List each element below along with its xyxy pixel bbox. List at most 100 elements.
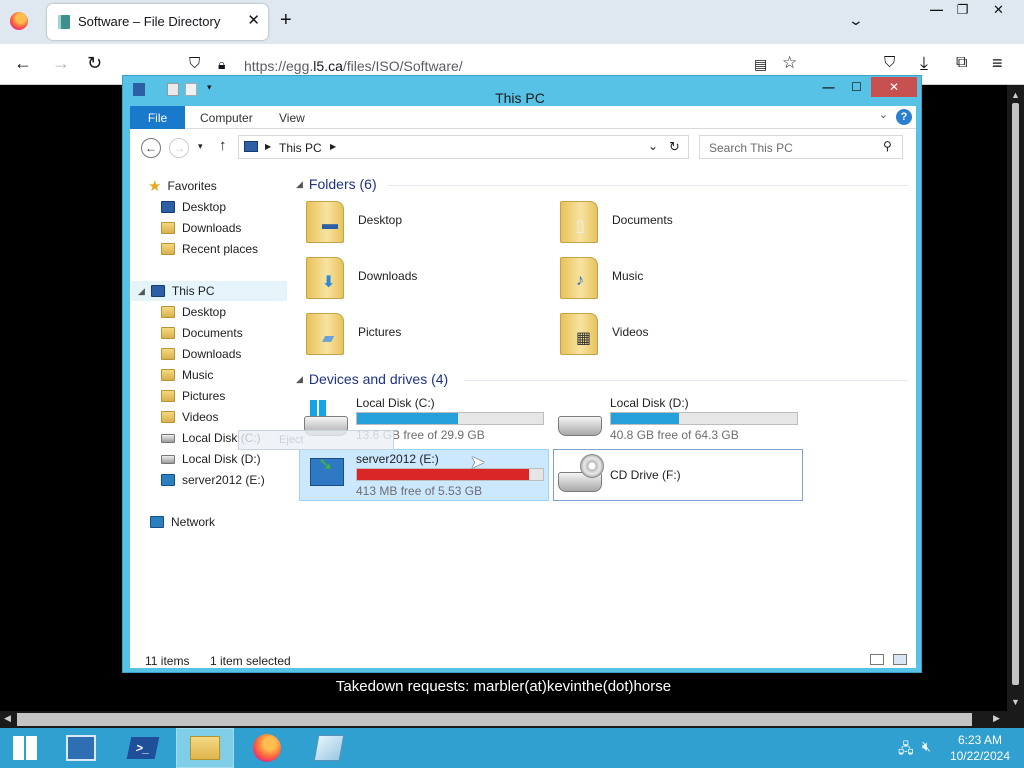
tab-close-icon[interactable]: ✕ xyxy=(247,11,260,29)
nav-favorites[interactable]: ★ Favorites xyxy=(148,176,217,196)
forward-arrow-icon[interactable]: → xyxy=(52,52,70,74)
nav-pc-videos[interactable]: Videos xyxy=(161,407,218,427)
folder-tile-videos[interactable]: ▦ Videos xyxy=(554,308,804,360)
nav-pc-desktop[interactable]: Desktop xyxy=(161,302,226,322)
scroll-up-icon[interactable]: ▲ xyxy=(1011,90,1020,100)
search-placeholder: Search This PC xyxy=(709,141,793,155)
scrollbar-thumb[interactable] xyxy=(1012,103,1019,685)
chevron-right-icon[interactable]: ▶ xyxy=(330,142,336,151)
speaker-muted-icon[interactable]: 🔇︎ xyxy=(922,738,931,755)
nav-pc-disk-d[interactable]: Local Disk (D:) xyxy=(161,449,261,469)
menu-icon[interactable]: ≡ xyxy=(992,52,1003,74)
folder-icon xyxy=(190,736,220,760)
lock-icon[interactable]: 🔒︎ xyxy=(218,53,225,75)
chevron-down-icon[interactable]: ⌄ xyxy=(879,108,888,121)
nav-pc-documents[interactable]: Documents xyxy=(161,323,243,343)
details-view-icon[interactable] xyxy=(870,654,884,665)
film-icon: ▦ xyxy=(576,330,592,347)
usage-bar xyxy=(610,412,798,425)
folder-tile-desktop[interactable]: ▬ Desktop xyxy=(300,196,550,248)
nav-network[interactable]: Network xyxy=(150,512,215,532)
scroll-left-icon[interactable]: ◀ xyxy=(4,713,11,724)
server-manager-icon xyxy=(66,735,96,761)
nav-pc-music[interactable]: Music xyxy=(161,365,213,385)
windows-logo-icon xyxy=(13,736,37,760)
explorer-window[interactable]: ▾ This PC — ☐ ✕ File Computer View ⌄ ? ←… xyxy=(122,75,922,673)
search-icon[interactable]: ⚲ xyxy=(883,139,892,153)
clock-date: 10/22/2024 xyxy=(949,749,1010,763)
chevron-down-icon[interactable]: ⌄ xyxy=(848,12,864,29)
drive-tile-e[interactable]: ➘ server2012 (E:) 413 MB free of 5.53 GB xyxy=(299,449,549,501)
collapse-triangle-icon[interactable]: ◢ xyxy=(296,179,303,189)
notepad-button[interactable] xyxy=(300,728,358,768)
folder-tile-downloads[interactable]: ⬇ Downloads xyxy=(300,252,550,304)
chevron-right-icon[interactable]: ▶ xyxy=(265,142,271,151)
nav-pc-pictures[interactable]: Pictures xyxy=(161,386,225,406)
scrollbar-thumb[interactable] xyxy=(17,713,972,726)
nav-fav-desktop[interactable]: Desktop xyxy=(161,197,226,217)
close-button[interactable]: ✕ xyxy=(871,77,917,97)
book-icon xyxy=(58,15,70,29)
back-arrow-icon[interactable]: ← xyxy=(14,52,32,74)
drive-tile-f[interactable]: CD Drive (F:) xyxy=(553,449,803,501)
folder-tile-music[interactable]: ♪ Music xyxy=(554,252,804,304)
address-text[interactable]: This PC xyxy=(279,141,322,155)
network-tray-icon[interactable]: 🖧︎ xyxy=(898,738,914,762)
refresh-icon[interactable]: ↻ xyxy=(669,139,680,155)
new-tab-button[interactable]: + xyxy=(280,10,292,30)
browser-tab-active[interactable]: Software – File Directory ✕ xyxy=(47,4,268,40)
help-button[interactable]: ? xyxy=(896,109,912,125)
powershell-button[interactable]: >_ xyxy=(117,728,169,768)
fading-tooltip: Eject xyxy=(238,430,394,450)
navigation-pane: ★ Favorites Desktop Downloads Recent plac… xyxy=(130,166,290,651)
address-bar[interactable]: ▶ This PC ▶ ⌄ ↻ xyxy=(238,135,689,159)
forward-button[interactable]: → xyxy=(169,138,189,158)
search-input[interactable]: Search This PC ⚲ xyxy=(699,135,903,159)
tab-computer[interactable]: Computer xyxy=(200,111,253,125)
tab-view[interactable]: View xyxy=(279,111,305,125)
expand-triangle-icon[interactable]: ◢ xyxy=(138,286,145,297)
folder-tile-pictures[interactable]: ▰ Pictures xyxy=(300,308,550,360)
large-icons-view-icon[interactable] xyxy=(893,654,907,665)
usage-bar-fill xyxy=(357,413,459,424)
recent-locations-icon[interactable]: ▾ xyxy=(198,141,203,152)
horizontal-scrollbar[interactable]: ◀ ▶ xyxy=(0,711,1024,728)
vertical-scrollbar[interactable]: ▲ ▼ xyxy=(1007,85,1024,711)
chevron-down-icon[interactable]: ⌄ xyxy=(648,139,658,153)
drive-tile-d[interactable]: Local Disk (D:) 40.8 GB free of 64.3 GB xyxy=(554,394,804,446)
close-window-button[interactable]: ✕ xyxy=(982,0,1015,19)
folders-group-header[interactable]: ◢ Folders (6) xyxy=(296,176,377,192)
system-clock[interactable]: 6:23 AM 10/22/2024 xyxy=(950,732,1010,764)
nav-pc-server-e[interactable]: server2012 (E:) xyxy=(161,470,265,490)
extensions-icon[interactable]: ⧉ xyxy=(956,52,967,74)
pocket-icon[interactable]: ⛉ xyxy=(884,52,895,74)
nav-fav-recent[interactable]: Recent places xyxy=(161,239,258,259)
reader-view-icon[interactable]: ▤ xyxy=(754,53,767,75)
file-explorer-button[interactable] xyxy=(176,728,234,768)
folder-icon xyxy=(161,390,175,402)
back-button[interactable]: ← xyxy=(141,138,161,158)
firefox-icon[interactable] xyxy=(10,12,28,30)
nav-pc-downloads[interactable]: Downloads xyxy=(161,344,241,364)
nav-this-pc[interactable]: ◢ This PC xyxy=(131,281,287,301)
maximize-button[interactable]: ☐ xyxy=(843,77,870,97)
server-manager-button[interactable] xyxy=(55,728,107,768)
collapse-triangle-icon[interactable]: ◢ xyxy=(296,374,303,384)
folder-icon xyxy=(161,348,175,360)
tab-file[interactable]: File xyxy=(130,106,185,129)
download-icon[interactable]: ⤓ xyxy=(920,52,928,74)
firefox-button[interactable] xyxy=(239,728,295,768)
nav-fav-downloads[interactable]: Downloads xyxy=(161,218,241,238)
scroll-right-icon[interactable]: ▶ xyxy=(993,713,1000,724)
bookmark-star-icon[interactable]: ☆ xyxy=(782,52,797,74)
start-button[interactable] xyxy=(0,728,50,768)
reload-icon[interactable]: ↻ xyxy=(87,52,102,74)
drives-group-header[interactable]: ◢ Devices and drives (4) xyxy=(296,371,448,387)
up-arrow-icon[interactable]: ↑ xyxy=(219,137,227,154)
url-text[interactable]: https://egg.l5.ca/files/ISO/Software/ xyxy=(244,58,463,74)
folder-tile-documents[interactable]: ▯ Documents xyxy=(554,196,804,248)
shield-icon[interactable]: ⛉ xyxy=(189,53,200,75)
restore-button[interactable]: ❐ xyxy=(946,0,979,19)
scroll-down-icon[interactable]: ▼ xyxy=(1011,697,1020,707)
minimize-button[interactable]: — xyxy=(815,77,842,97)
